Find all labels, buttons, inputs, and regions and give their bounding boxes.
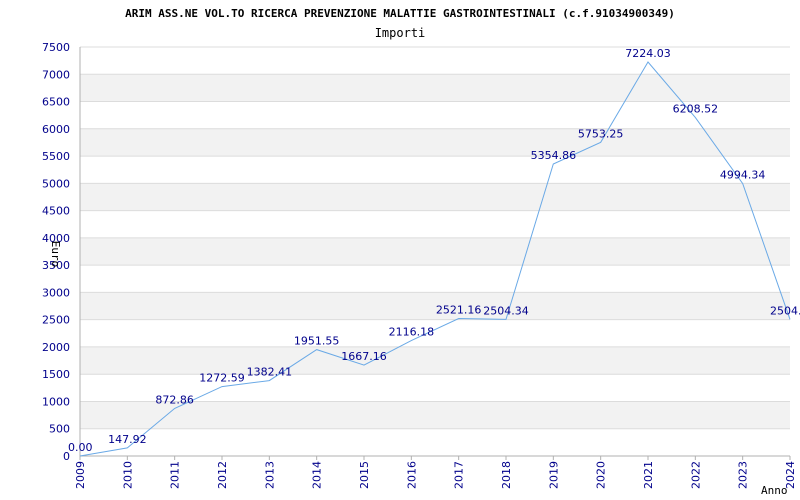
y-tick-label: 500 [49,423,70,436]
y-tick-label: 4500 [42,205,70,218]
x-tick-label: 2009 [74,461,87,489]
data-label: 5354.86 [531,149,577,162]
x-tick-label: 2016 [405,461,418,489]
y-tick-label: 3000 [42,286,70,299]
y-tick-label: 2000 [42,341,70,354]
x-tick-label: 2018 [500,461,513,489]
x-axis-ticks: 2009 2010 2011 2012 2013 2014 2015 2016 2017 2018… [74,456,797,489]
grid-band [80,237,790,266]
y-tick-label: 6500 [42,96,70,109]
data-label: 1272.59 [199,372,245,385]
data-label: 7224.03 [625,47,671,60]
data-label: 1382.41 [247,366,293,379]
chart-subtitle: Importi [375,26,426,40]
x-tick-label: 2014 [311,461,324,489]
x-tick-label: 2021 [642,461,655,489]
data-label: 2521.16 [436,304,482,317]
y-tick-label: 5500 [42,150,70,163]
data-label: 872.86 [155,393,194,406]
y-tick-label: 1500 [42,368,70,381]
x-tick-label: 2022 [689,461,702,489]
data-label: 1951.55 [294,335,340,348]
data-label: 147.92 [108,433,147,446]
grid-band [80,346,790,375]
x-tick-label: 2010 [121,461,134,489]
y-tick-label: 6000 [42,123,70,136]
grid-bands [80,74,790,429]
data-label: 6208.52 [673,102,719,115]
grid-band [80,128,790,157]
y-tick-label: 2500 [42,314,70,327]
grid-band [80,74,790,102]
y-tick-label: 7500 [42,41,70,54]
data-label: 0.00 [68,441,93,454]
x-tick-label: 2019 [547,461,560,489]
x-tick-label: 2015 [358,461,371,489]
grid-band [80,183,790,211]
x-tick-label: 2012 [216,461,229,489]
y-tick-label: 7000 [42,68,70,81]
line-chart: ARIM ASS.NE VOL.TO RICERCA PREVENZIONE M… [42,7,800,497]
y-tick-label: 1000 [42,395,70,408]
data-label: 5753.25 [578,127,624,140]
data-label: 4994.34 [720,169,766,182]
x-tick-label: 2017 [453,461,466,489]
y-tick-label: 5000 [42,177,70,190]
data-label: 1667.16 [341,350,387,363]
y-axis-label: Euro [49,241,62,268]
x-tick-label: 2020 [595,461,608,489]
x-axis-label: Anno [761,484,788,497]
chart-title: ARIM ASS.NE VOL.TO RICERCA PREVENZIONE M… [125,7,675,20]
data-label: 2504.34 [483,304,529,317]
x-tick-label: 2011 [169,461,182,489]
data-label: 2116.18 [389,326,435,339]
x-tick-label: 2023 [737,461,750,489]
data-label: 2504.00 [770,304,800,317]
x-tick-label: 2013 [263,461,276,489]
